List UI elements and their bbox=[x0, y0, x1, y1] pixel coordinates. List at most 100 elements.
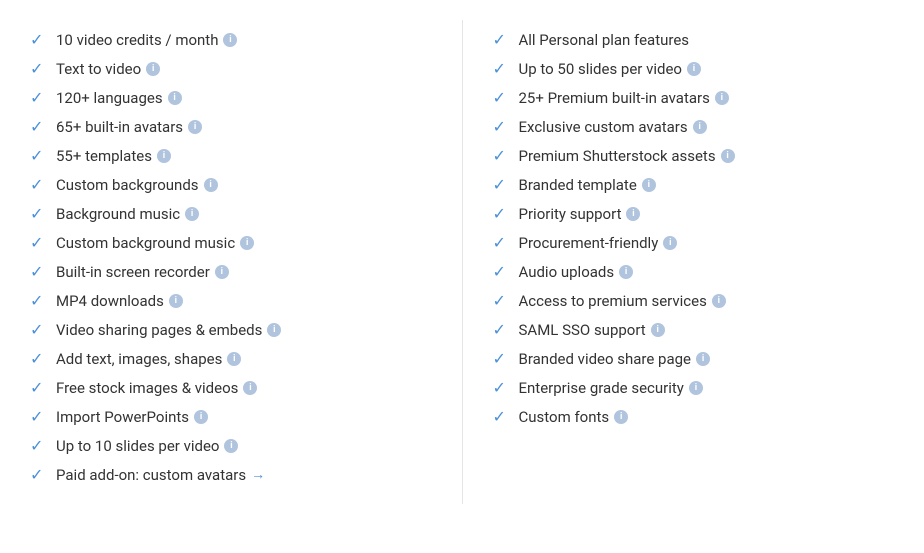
info-icon[interactable]: i bbox=[240, 236, 254, 250]
feature-label: Branded templatei bbox=[519, 176, 656, 194]
info-icon[interactable]: i bbox=[715, 91, 729, 105]
list-item: ✓SAML SSO supporti bbox=[493, 320, 895, 339]
info-icon[interactable]: i bbox=[696, 352, 710, 366]
info-icon[interactable]: i bbox=[168, 91, 182, 105]
check-icon: ✓ bbox=[493, 204, 509, 223]
check-icon: ✓ bbox=[30, 349, 46, 368]
check-icon: ✓ bbox=[493, 146, 509, 165]
features-container: ✓ 10 video credits / monthi ✓ Text to video… bbox=[0, 0, 924, 524]
list-item: ✓Custom backgroundsi bbox=[30, 175, 432, 194]
info-icon[interactable]: i bbox=[642, 178, 656, 192]
check-icon: ✓ bbox=[30, 262, 46, 281]
check-icon: ✓ bbox=[493, 233, 509, 252]
check-icon: ✓ bbox=[493, 117, 509, 136]
right-column: ✓ All Personal plan features ✓Up to 50 sli… bbox=[463, 20, 924, 504]
feature-label: 120+ languagesi bbox=[56, 89, 182, 107]
feature-label: 10 video credits / monthi bbox=[56, 31, 237, 49]
feature-label: Enterprise grade securityi bbox=[519, 379, 703, 397]
info-icon[interactable]: i bbox=[194, 410, 208, 424]
check-icon: ✓ bbox=[493, 30, 509, 49]
list-item: ✓Access to premium servicesi bbox=[493, 291, 895, 310]
info-icon[interactable]: i bbox=[712, 294, 726, 308]
list-item: ✓ Custom background musici bbox=[30, 233, 432, 252]
info-icon[interactable]: i bbox=[224, 439, 238, 453]
info-icon[interactable]: i bbox=[663, 236, 677, 250]
list-item: ✓ Enterprise grade securityi bbox=[493, 378, 895, 397]
feature-label: Video sharing pages & embedsi bbox=[56, 321, 281, 339]
check-icon: ✓ bbox=[493, 59, 509, 78]
feature-label: 25+ Premium built-in avatarsi bbox=[519, 89, 729, 107]
list-item: ✓ Free stock images & videosi bbox=[30, 378, 432, 397]
list-item: ✓Background musici bbox=[30, 204, 432, 223]
list-item: ✓Branded video share pagei bbox=[493, 349, 895, 368]
arrow-link[interactable]: → bbox=[251, 466, 265, 483]
info-icon[interactable]: i bbox=[651, 323, 665, 337]
list-item: ✓MP4 downloadsi bbox=[30, 291, 432, 310]
info-icon[interactable]: i bbox=[687, 62, 701, 76]
check-icon: ✓ bbox=[30, 407, 46, 426]
list-item: ✓ Import PowerPointsi bbox=[30, 407, 432, 426]
feature-label: 55+ templatesi bbox=[56, 147, 171, 165]
feature-label: 65+ built-in avatarsi bbox=[56, 118, 202, 136]
check-icon: ✓ bbox=[30, 233, 46, 252]
check-icon: ✓ bbox=[493, 378, 509, 397]
feature-label: MP4 downloadsi bbox=[56, 292, 183, 310]
info-icon[interactable]: i bbox=[619, 265, 633, 279]
list-item: ✓ 55+ templatesi bbox=[30, 146, 432, 165]
info-icon[interactable]: i bbox=[188, 120, 202, 134]
check-icon: ✓ bbox=[30, 146, 46, 165]
info-icon[interactable]: i bbox=[204, 178, 218, 192]
check-icon: ✓ bbox=[493, 291, 509, 310]
feature-label: Exclusive custom avatarsi bbox=[519, 118, 707, 136]
info-icon[interactable]: i bbox=[267, 323, 281, 337]
info-icon[interactable]: i bbox=[227, 352, 241, 366]
check-icon: ✓ bbox=[493, 175, 509, 194]
check-icon: ✓ bbox=[30, 320, 46, 339]
info-icon[interactable]: i bbox=[215, 265, 229, 279]
list-item: ✓Add text, images, shapesi bbox=[30, 349, 432, 368]
check-icon: ✓ bbox=[30, 30, 46, 49]
info-icon[interactable]: i bbox=[614, 410, 628, 424]
feature-label: Paid add-on: custom avatars → bbox=[56, 466, 265, 484]
info-icon[interactable]: i bbox=[689, 381, 703, 395]
list-item: ✓ Exclusive custom avatarsi bbox=[493, 117, 895, 136]
info-icon[interactable]: i bbox=[146, 62, 160, 76]
feature-label: Custom background musici bbox=[56, 234, 254, 252]
check-icon: ✓ bbox=[493, 320, 509, 339]
check-icon: ✓ bbox=[493, 262, 509, 281]
check-icon: ✓ bbox=[30, 117, 46, 136]
feature-label: Custom fontsi bbox=[519, 408, 629, 426]
list-item: ✓Procurement-friendlyi bbox=[493, 233, 895, 252]
check-icon: ✓ bbox=[30, 175, 46, 194]
check-icon: ✓ bbox=[30, 378, 46, 397]
feature-label: Text to videoi bbox=[56, 60, 160, 78]
check-icon: ✓ bbox=[30, 204, 46, 223]
list-item: ✓ Branded templatei bbox=[493, 175, 895, 194]
check-icon: ✓ bbox=[30, 465, 46, 484]
check-icon: ✓ bbox=[30, 88, 46, 107]
list-item: ✓Custom fontsi bbox=[493, 407, 895, 426]
list-item: ✓Audio uploadsi bbox=[493, 262, 895, 281]
list-item: ✓ 120+ languagesi bbox=[30, 88, 432, 107]
info-icon[interactable]: i bbox=[626, 207, 640, 221]
list-item: ✓ 25+ Premium built-in avatarsi bbox=[493, 88, 895, 107]
info-icon[interactable]: i bbox=[693, 120, 707, 134]
check-icon: ✓ bbox=[493, 349, 509, 368]
info-icon[interactable]: i bbox=[185, 207, 199, 221]
list-item: ✓ All Personal plan features bbox=[493, 30, 895, 49]
list-item: ✓ Built-in screen recorderi bbox=[30, 262, 432, 281]
info-icon[interactable]: i bbox=[157, 149, 171, 163]
feature-label: Free stock images & videosi bbox=[56, 379, 257, 397]
feature-label: All Personal plan features bbox=[519, 31, 690, 49]
info-icon[interactable]: i bbox=[721, 149, 735, 163]
list-item: ✓Priority supporti bbox=[493, 204, 895, 223]
info-icon[interactable]: i bbox=[243, 381, 257, 395]
feature-label: Built-in screen recorderi bbox=[56, 263, 229, 281]
info-icon[interactable]: i bbox=[223, 33, 237, 47]
info-icon[interactable]: i bbox=[169, 294, 183, 308]
list-item: ✓ 10 video credits / monthi bbox=[30, 30, 432, 49]
feature-label: Import PowerPointsi bbox=[56, 408, 208, 426]
check-icon: ✓ bbox=[493, 88, 509, 107]
list-item: ✓ 65+ built-in avatarsi bbox=[30, 117, 432, 136]
list-item: ✓Up to 50 slides per videoi bbox=[493, 59, 895, 78]
